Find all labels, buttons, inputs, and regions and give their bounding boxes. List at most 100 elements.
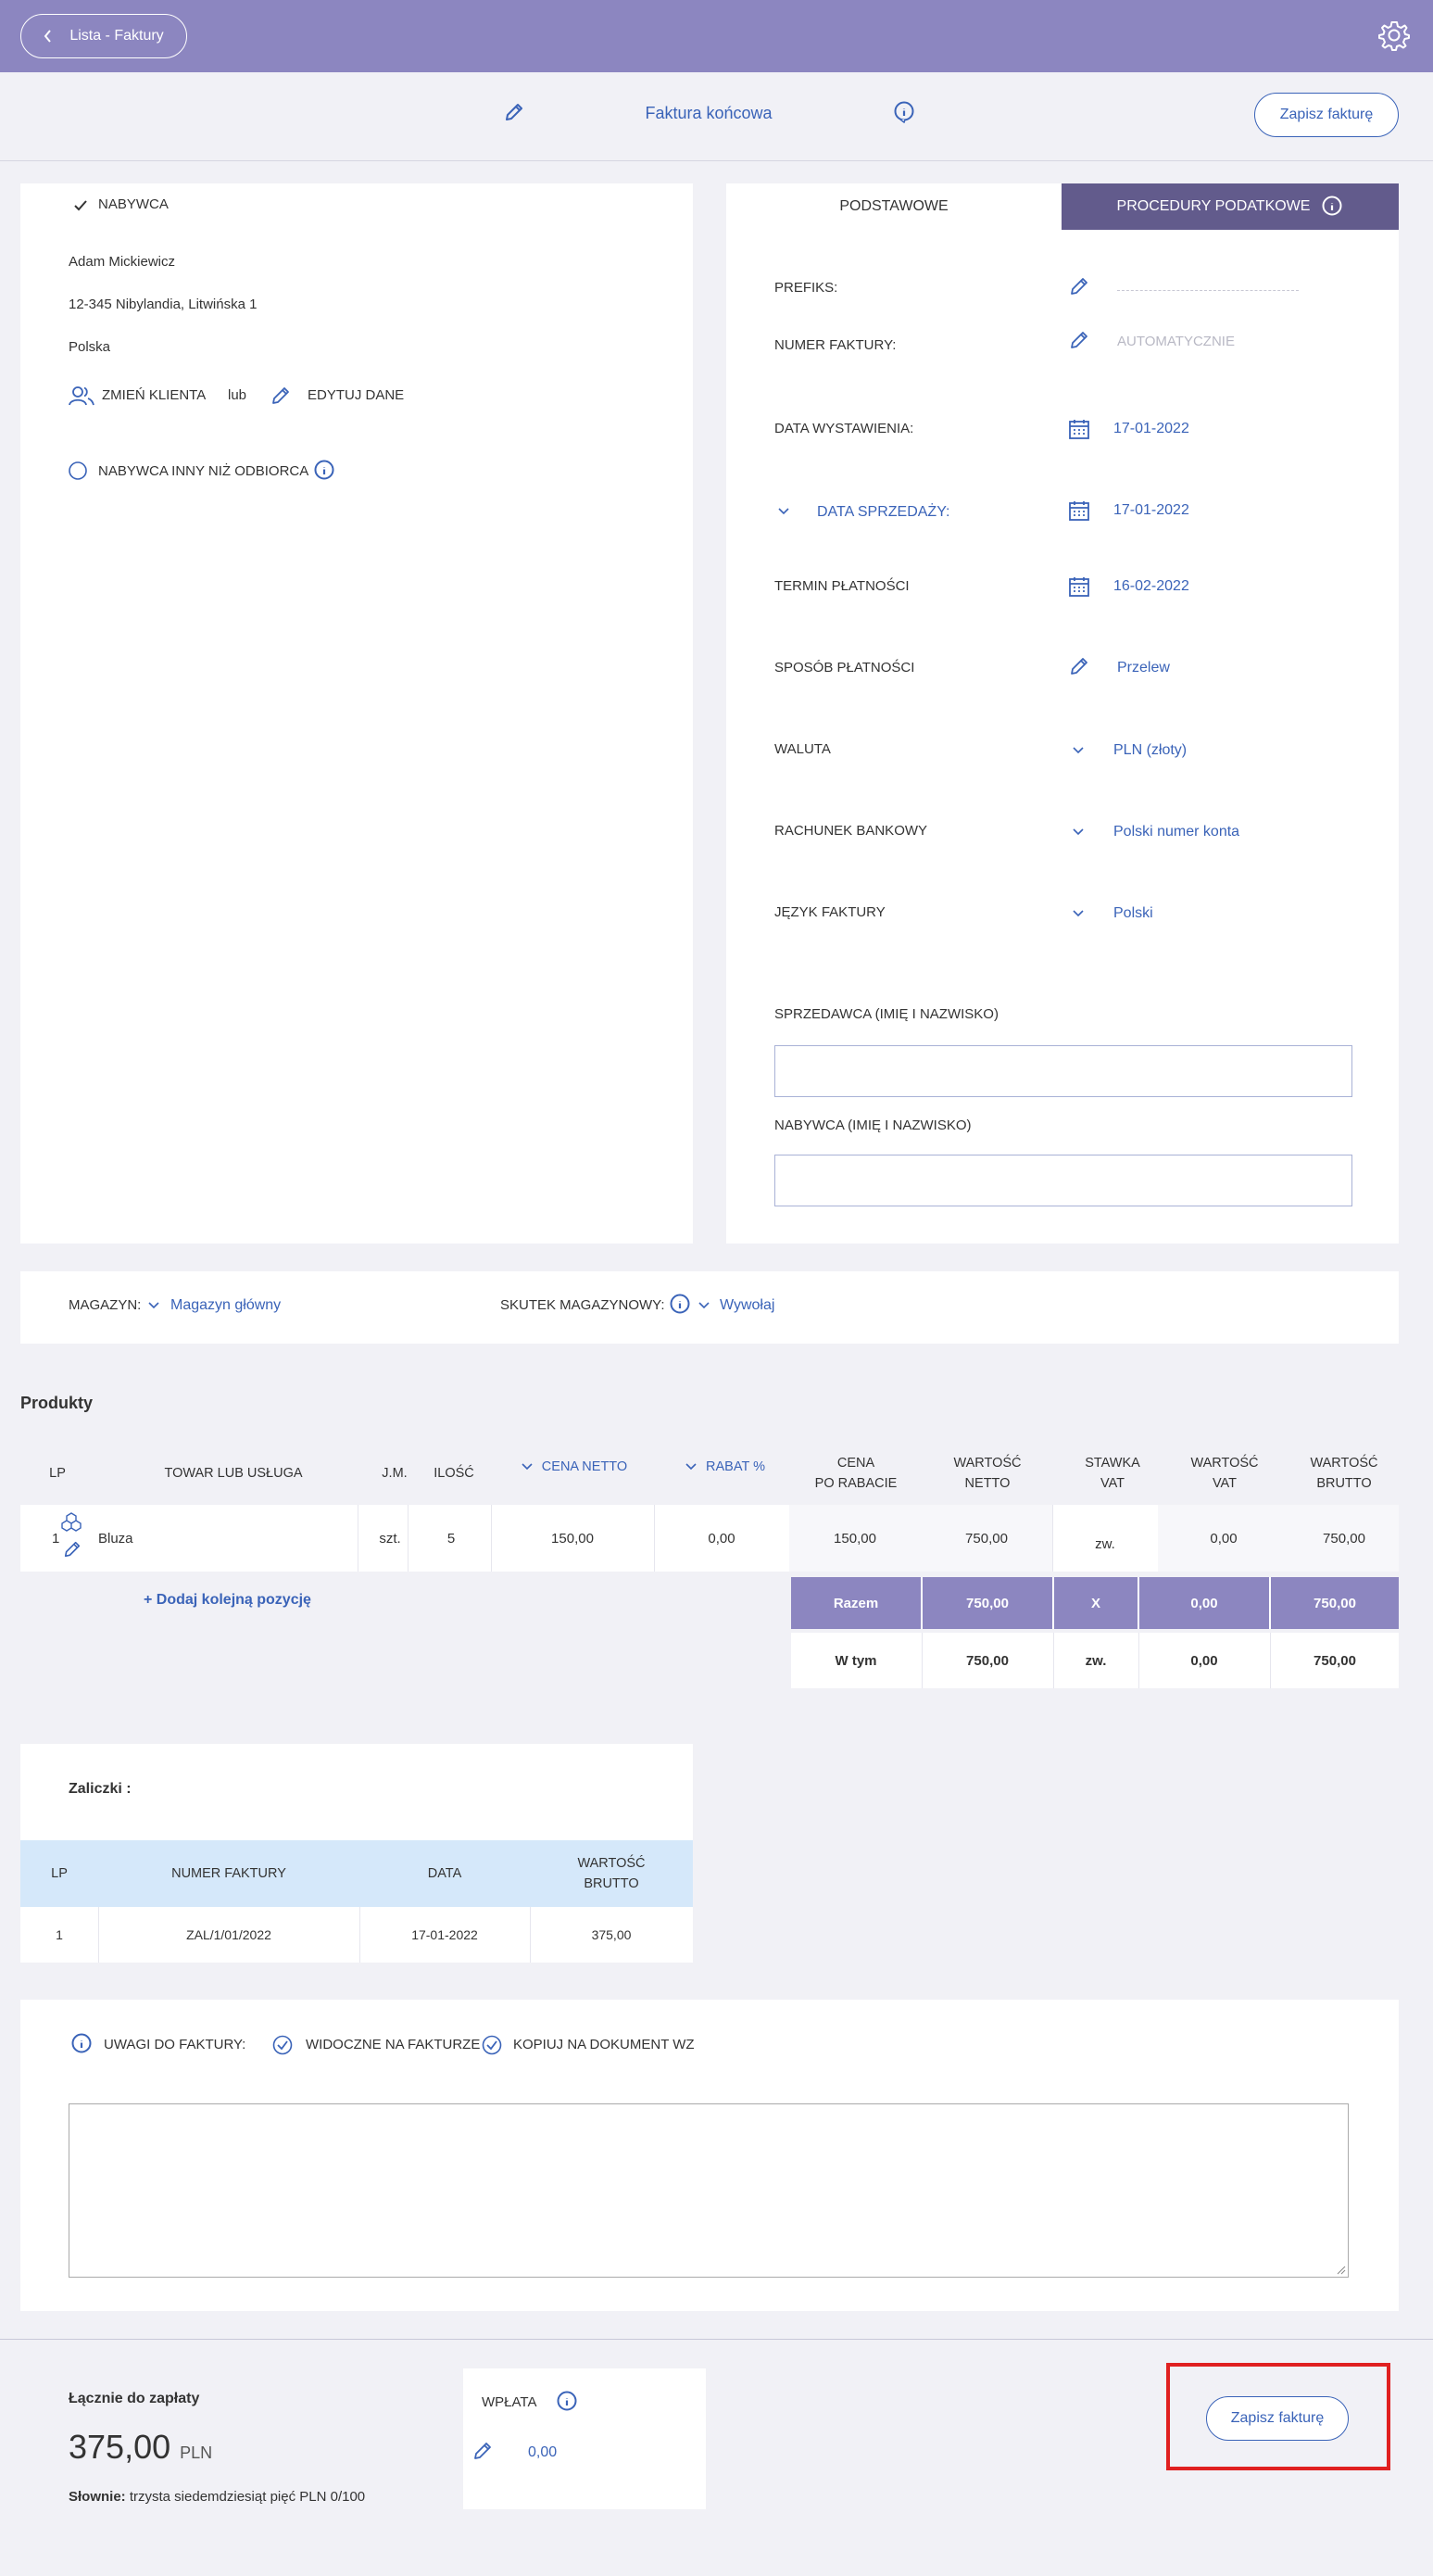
total-gross: 750,00	[1314, 1595, 1356, 1611]
edit-payment-pencil-icon[interactable]	[1069, 656, 1089, 676]
bank-account-select[interactable]: Polski numer konta	[1113, 824, 1239, 840]
tab-basic[interactable]: PODSTAWOWE	[726, 183, 1062, 230]
total-currency: PLN	[180, 2443, 213, 2462]
warehouse-select[interactable]: Magazyn główny	[170, 1297, 281, 1314]
edit-row-pencil-icon[interactable]	[63, 1540, 82, 1559]
edit-data-link[interactable]: EDYTUJ DANE	[308, 387, 404, 403]
bank-account-label: RACHUNEK BANKOWY	[774, 823, 928, 839]
col-vat-value: WARTOŚĆ VAT	[1190, 1456, 1259, 1491]
calendar-icon[interactable]	[1069, 500, 1089, 521]
adv-row-gross: 375,00	[591, 1927, 632, 1942]
row-gross-value: 750,00	[1289, 1505, 1399, 1572]
currency-select[interactable]: PLN (złoty)	[1113, 742, 1187, 759]
document-header: Faktura końcowa Zapisz fakturę	[0, 72, 1433, 161]
products-title: Produkty	[20, 1394, 94, 1412]
notes-textarea[interactable]	[69, 2103, 1349, 2278]
payment-due-label: TERMIN PŁATNOŚCI	[774, 578, 910, 594]
save-invoice-button-bottom[interactable]: Zapisz fakturę	[1206, 2396, 1349, 2441]
edit-title-pencil-icon[interactable]	[504, 102, 524, 122]
sale-date-label[interactable]: DATA SPRZEDAŻY:	[817, 504, 949, 521]
amount-in-words: Słownie: trzysta siedemdziesiąt pięć PLN…	[69, 2489, 365, 2505]
add-position-link[interactable]: + Dodaj kolejną pozycję	[144, 1592, 311, 1609]
info-icon[interactable]	[70, 2033, 93, 2055]
seller-name-label: SPRZEDAWCA (IMIĘ I NAZWISKO)	[774, 1006, 999, 1022]
advances-panel: Zaliczki : LP NUMER FAKTURY DATA WARTOŚĆ…	[20, 1744, 693, 1963]
radio-button[interactable]	[69, 461, 87, 480]
prefix-input[interactable]	[1117, 290, 1299, 291]
buyer-country: Polska	[69, 339, 111, 355]
info-icon[interactable]	[669, 1294, 691, 1316]
words-label: Słownie:	[69, 2489, 126, 2505]
edit-number-pencil-icon[interactable]	[1069, 330, 1089, 350]
payment-due-value[interactable]: 16-02-2022	[1113, 578, 1189, 595]
payment-method-value[interactable]: Przelew	[1117, 660, 1170, 676]
chevron-down-icon[interactable]	[1073, 910, 1084, 917]
chevron-down-icon[interactable]	[778, 508, 789, 515]
invoice-language-select[interactable]: Polski	[1113, 905, 1153, 922]
info-icon[interactable]	[313, 460, 335, 482]
row-net-price[interactable]: 150,00	[491, 1505, 654, 1572]
col-net-price[interactable]: CENA NETTO	[491, 1444, 658, 1490]
chevron-down-icon[interactable]	[1073, 828, 1084, 836]
row-product-name[interactable]: Bluza	[98, 1505, 358, 1572]
chevron-down-icon[interactable]	[1073, 747, 1084, 754]
copy-to-wz-label[interactable]: KOPIUJ NA DOKUMENT WZ	[513, 2037, 695, 2052]
warehouse-effect-label: SKUTEK MAGAZYNOWY:	[500, 1297, 665, 1313]
issue-date-value[interactable]: 17-01-2022	[1113, 421, 1189, 437]
notes-label: UWAGI DO FAKTURY:	[104, 2037, 246, 2052]
chevron-down-icon[interactable]	[698, 1302, 710, 1309]
calendar-icon[interactable]	[1069, 419, 1089, 439]
row-qty[interactable]: 5	[408, 1505, 495, 1572]
payment-label: WPŁATA	[482, 2394, 537, 2410]
info-icon[interactable]	[893, 101, 915, 123]
change-client-link[interactable]: ZMIEŃ KLIENTA	[102, 387, 206, 403]
total-to-pay-label: Łącznie do zapłaty	[69, 2391, 200, 2406]
buyer-panel: NABYWCA Adam Mickiewicz 12-345 Nibylandi…	[20, 183, 693, 1244]
checkbox-checked-icon[interactable]	[272, 2035, 293, 2055]
chevron-down-icon[interactable]	[148, 1302, 159, 1309]
total-to-pay: 375,00 PLN	[69, 2428, 212, 2467]
buyer-name-input[interactable]	[774, 1155, 1352, 1206]
payment-method-label: SPOSÓB PŁATNOŚCI	[774, 660, 915, 676]
other-recipient-label[interactable]: NABYWCA INNY NIŻ ODBIORCA	[98, 463, 308, 479]
settings-gear-icon[interactable]	[1378, 19, 1410, 51]
back-to-list-button[interactable]: Lista - Faktury	[20, 14, 187, 58]
calendar-icon[interactable]	[1069, 576, 1089, 597]
payment-panel: WPŁATA 0,00	[463, 2368, 706, 2509]
invoice-number-value[interactable]: AUTOMATYCZNIE	[1117, 334, 1235, 349]
col-product: TOWAR LUB USŁUGA	[164, 1466, 303, 1481]
incl-net: 750,00	[966, 1652, 1009, 1669]
prefix-label: PREFIKS:	[774, 280, 838, 296]
product-cubes-icon[interactable]	[59, 1512, 83, 1533]
info-icon[interactable]	[556, 2391, 578, 2413]
col-gross-value: WARTOŚĆ BRUTTO	[1310, 1456, 1378, 1491]
incl-label: W tym	[835, 1652, 877, 1669]
warehouse-effect-select[interactable]: Wywołaj	[720, 1297, 774, 1314]
or-text: lub	[228, 387, 247, 403]
top-bar: Lista - Faktury	[0, 0, 1433, 72]
col-discount[interactable]: RABAT %	[656, 1444, 795, 1490]
users-icon[interactable]	[69, 385, 94, 406]
payment-value[interactable]: 0,00	[528, 2444, 557, 2461]
invoice-details-panel: PODSTAWOWE PROCEDURY PODATKOWE PREFIKS: …	[726, 183, 1399, 1244]
tab-tax-procedures[interactable]: PROCEDURY PODATKOWE	[1062, 183, 1399, 230]
col-price-after-discount: CENA PO RABACIE	[814, 1456, 898, 1491]
buyer-section-label[interactable]: NABYWCA	[98, 196, 169, 212]
sort-chevron-icon	[522, 1463, 533, 1471]
seller-name-input[interactable]	[774, 1045, 1352, 1097]
advances-title: Zaliczki :	[69, 1781, 132, 1797]
back-label: Lista - Faktury	[69, 28, 164, 44]
row-vat-rate[interactable]: zw.	[1052, 1510, 1158, 1577]
table-row[interactable]: 1 Bluza szt. 5 150,00 0,00 150,00 750,00…	[20, 1505, 1399, 1572]
checkbox-checked-icon[interactable]	[482, 2035, 502, 2055]
total-net: 750,00	[966, 1595, 1009, 1611]
invoice-number-label: NUMER FAKTURY:	[774, 337, 897, 353]
edit-payment-pencil-icon[interactable]	[472, 2441, 493, 2461]
edit-pencil-icon[interactable]	[270, 385, 291, 406]
row-discount[interactable]: 0,00	[654, 1505, 789, 1572]
visible-on-invoice-label[interactable]: WIDOCZNE NA FAKTURZE	[306, 2037, 480, 2052]
edit-prefix-pencil-icon[interactable]	[1069, 276, 1089, 297]
col-net-value: WARTOŚĆ NETTO	[953, 1456, 1022, 1491]
sale-date-value[interactable]: 17-01-2022	[1113, 502, 1189, 519]
save-invoice-button-top[interactable]: Zapisz fakturę	[1254, 93, 1399, 137]
